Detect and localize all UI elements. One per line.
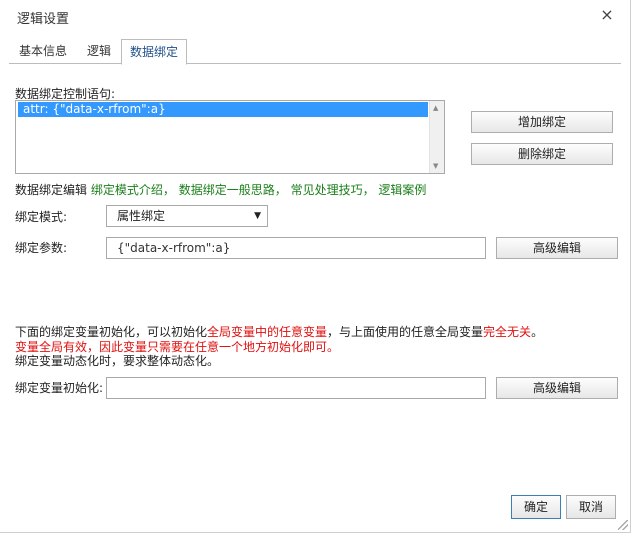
note-text: 。: [531, 325, 544, 339]
note-highlight: 全局变量中的任意变量: [207, 325, 328, 339]
delete-binding-button[interactable]: 删除绑定: [471, 143, 613, 165]
binding-mode-value: 属性绑定: [117, 209, 166, 223]
binding-init-input[interactable]: [106, 377, 486, 399]
link-binding-approach[interactable]: 数据绑定一般思路: [179, 183, 275, 197]
list-item[interactable]: attr: {"data-x-rfrom":a}: [18, 102, 428, 117]
init-note-line-1: 下面的绑定变量初始化，可以初始化全局变量中的任意变量，与上面使用的任意全局变量完…: [15, 325, 543, 339]
link-binding-modes[interactable]: 绑定模式介绍: [91, 183, 163, 197]
dialog-title: 逻辑设置: [17, 12, 70, 27]
logic-settings-dialog: 逻辑设置 × 基本信息 逻辑 数据绑定 数据绑定控制语句: attr: {"da…: [0, 0, 631, 533]
separator: ，: [362, 183, 375, 197]
title-bar: 逻辑设置 ×: [0, 0, 630, 34]
help-prefix: 数据绑定编辑: [15, 183, 88, 197]
note-text: 下面的绑定变量初始化，可以初始化: [15, 325, 208, 339]
note-text: 变量: [15, 340, 40, 354]
vertical-scrollbar[interactable]: ▲ ▼: [429, 101, 444, 173]
tab-basic-info[interactable]: 基本信息: [9, 39, 77, 64]
help-links-row: 数据绑定编辑 绑定模式介绍， 数据绑定一般思路， 常见处理技巧， 逻辑案例: [15, 181, 426, 198]
scroll-up-arrow-icon[interactable]: ▲: [433, 104, 438, 112]
note-text: ，因此变量只需要在任意一个地方初始化即可。: [87, 340, 340, 354]
add-binding-button[interactable]: 增加绑定: [471, 111, 613, 133]
separator: ，: [162, 183, 175, 197]
binding-statements-list[interactable]: attr: {"data-x-rfrom":a} ▲ ▼: [15, 100, 445, 174]
close-icon[interactable]: ×: [598, 6, 616, 24]
init-note-line-3: 绑定变量动态化时，要求整体动态化。: [15, 354, 220, 368]
mode-label: 绑定模式:: [15, 210, 68, 224]
init-label: 绑定变量初始化:: [15, 381, 104, 395]
binding-params-input[interactable]: {"data-x-rfrom":a}: [106, 237, 486, 259]
separator: ，: [274, 183, 287, 197]
advanced-edit-init-button[interactable]: 高级编辑: [496, 377, 618, 399]
ok-button[interactable]: 确定: [511, 495, 561, 519]
note-highlight: 完全无关: [483, 325, 532, 339]
resize-grip-icon[interactable]: [618, 520, 628, 530]
init-note-line-2: 变量全局有效，因此变量只需要在任意一个地方初始化即可。: [15, 340, 339, 354]
tab-bar: 基本信息 逻辑 数据绑定: [9, 39, 621, 65]
link-logic-examples[interactable]: 逻辑案例: [378, 183, 426, 197]
cancel-button[interactable]: 取消: [566, 495, 616, 519]
binding-mode-select[interactable]: 属性绑定 ▼: [106, 205, 268, 227]
params-label: 绑定参数:: [15, 241, 68, 255]
tab-data-binding[interactable]: 数据绑定: [121, 39, 187, 65]
dropdown-arrow-icon: ▼: [254, 211, 261, 221]
advanced-edit-params-button[interactable]: 高级编辑: [496, 237, 618, 259]
note-highlight: 全局有效: [39, 340, 88, 354]
note-text: ，与上面使用的任意全局变量: [327, 325, 484, 339]
link-common-tips[interactable]: 常见处理技巧: [291, 183, 363, 197]
scroll-down-arrow-icon[interactable]: ▼: [433, 162, 438, 170]
tab-logic[interactable]: 逻辑: [78, 39, 120, 64]
